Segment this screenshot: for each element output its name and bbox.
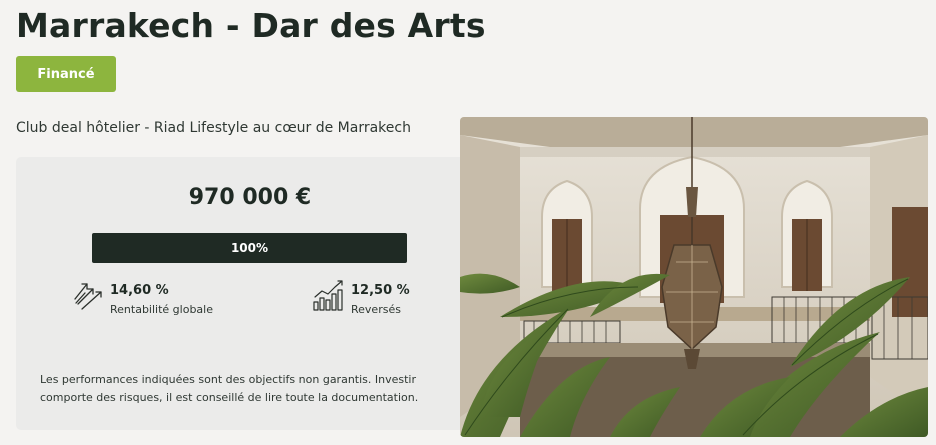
project-subtitle: Club deal hôtelier - Riad Lifestyle au c… bbox=[16, 120, 411, 136]
stat-value: 14,60 % bbox=[110, 283, 169, 298]
riad-courtyard-photo bbox=[460, 117, 928, 437]
progress-label: 100% bbox=[230, 241, 269, 255]
funding-amount: 970 000 € bbox=[188, 185, 312, 210]
risk-disclaimer: Les performances indiquées sont des obje… bbox=[40, 373, 419, 404]
bar-chart-trend-icon bbox=[313, 280, 343, 311]
funding-progress-bar: 100% bbox=[92, 233, 407, 263]
stat-label: Reversés bbox=[351, 303, 401, 316]
investment-summary-card: 970 000 € 100% 14,60 % Rentabilité globa… bbox=[16, 157, 484, 430]
growth-arrows-icon bbox=[74, 283, 102, 310]
stat-value: 12,50 % bbox=[351, 283, 410, 298]
stat-label: Rentabilité globale bbox=[110, 303, 213, 316]
status-badge: Financé bbox=[16, 56, 116, 92]
page-title: Marrakech - Dar des Arts bbox=[16, 6, 486, 45]
